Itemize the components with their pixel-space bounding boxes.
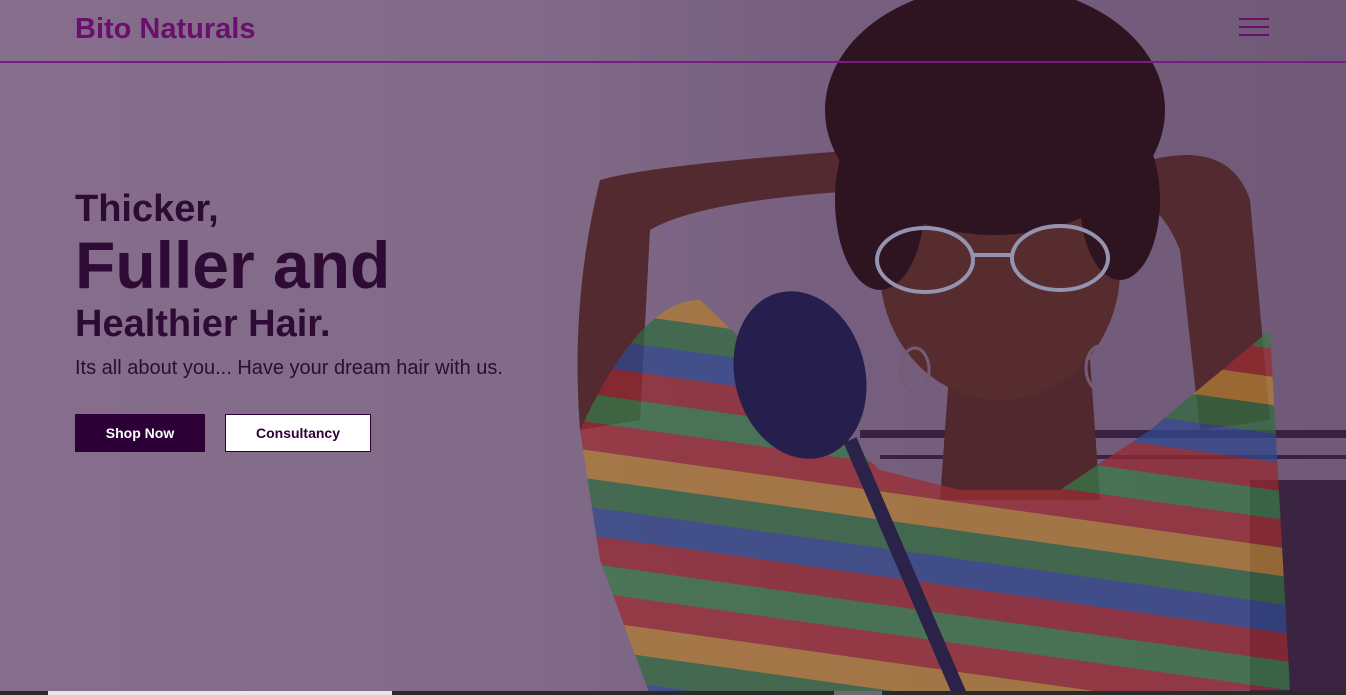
headline-line-3: Healthier Hair. (75, 303, 331, 345)
scrollbar-thumb[interactable] (48, 691, 392, 695)
hero-headline: Thicker, Fuller and Healthier Hair. (75, 186, 390, 348)
brand-logo[interactable]: Bito Naturals (75, 13, 255, 46)
hamburger-menu-icon[interactable] (1239, 18, 1271, 40)
scrollbar-marker (834, 691, 882, 695)
navbar: Bito Naturals (0, 0, 1346, 63)
headline-line-1: Thicker, (75, 188, 219, 230)
consultancy-button[interactable]: Consultancy (225, 414, 371, 452)
hero-tagline: Its all about you... Have your dream hai… (75, 357, 503, 379)
shop-now-button[interactable]: Shop Now (75, 414, 205, 452)
headline-line-2: Fuller and (75, 228, 391, 302)
horizontal-scrollbar[interactable] (0, 691, 1346, 695)
